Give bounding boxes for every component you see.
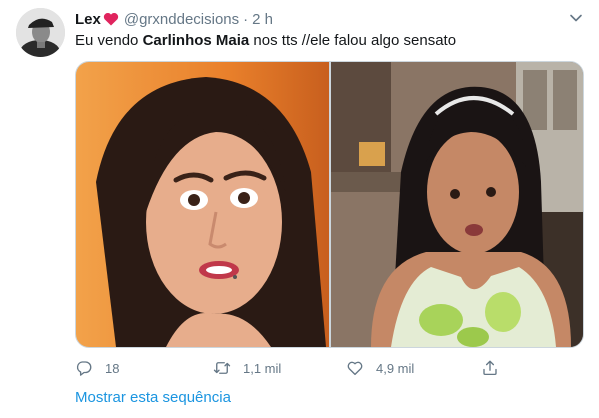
retweet-icon — [213, 362, 231, 374]
like-count: 4,9 mil — [376, 360, 415, 376]
reply-count: 18 — [105, 360, 120, 376]
tweet-text: Eu vendo Carlinhos Maia nos tts //ele fa… — [75, 31, 456, 51]
share-icon — [483, 360, 497, 376]
tweet-text-bold: Carlinhos Maia — [142, 32, 250, 49]
retweet-button[interactable]: 1,1 mil — [213, 357, 281, 379]
tweet[interactable]: Lex @grxnddecisions · 2 h Eu vendo Carli… — [0, 0, 599, 418]
heart-icon — [103, 12, 118, 26]
tweet-actions: 18 1,1 mil 4,9 mil — [75, 357, 515, 379]
tweet-header: Lex @grxnddecisions · 2 h — [75, 9, 273, 29]
display-name[interactable]: Lex — [75, 11, 101, 28]
reply-button[interactable]: 18 — [75, 357, 119, 379]
show-thread-link[interactable]: Mostrar esta sequência — [75, 389, 231, 406]
reaction-photo-woman-surprised — [76, 62, 329, 347]
reply-icon — [76, 361, 92, 376]
share-button[interactable] — [481, 357, 499, 379]
tweet-text-end: nos tts //ele falou algo sensato — [249, 32, 457, 49]
like-button[interactable]: 4,9 mil — [346, 357, 414, 379]
like-icon — [347, 361, 363, 376]
caret-down-icon[interactable] — [568, 10, 584, 26]
avatar[interactable] — [16, 8, 65, 57]
avatar-image — [16, 8, 65, 57]
media-image-left[interactable] — [76, 62, 329, 347]
timestamp[interactable]: 2 h — [252, 11, 273, 28]
tweet-media — [75, 61, 584, 348]
media-image-right[interactable] — [331, 62, 583, 347]
handle[interactable]: @grxnddecisions — [124, 11, 239, 28]
retweet-count: 1,1 mil — [243, 360, 282, 376]
reaction-photo-woman-staring — [331, 62, 583, 347]
tweet-text-start: Eu vendo — [75, 32, 143, 49]
separator: · — [243, 10, 249, 28]
